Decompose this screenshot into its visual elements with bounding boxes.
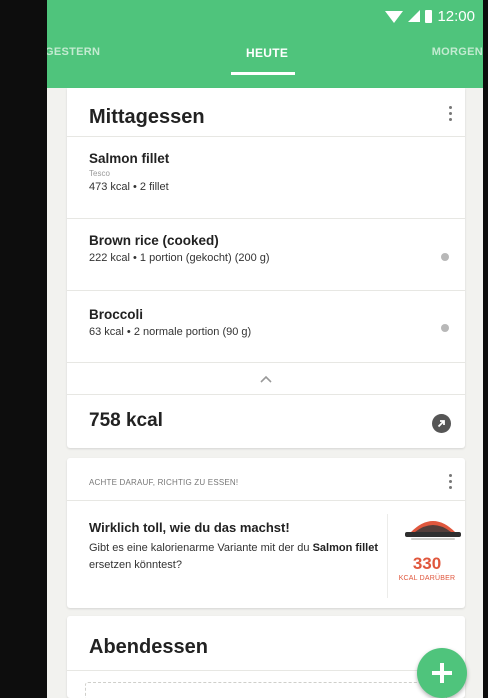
tip-body-text-end: ersetzen könntest? — [89, 559, 182, 571]
active-tab-indicator — [231, 72, 295, 75]
food-name: Brown rice (cooked) — [89, 233, 219, 248]
divider — [67, 394, 465, 395]
day-tabs: GESTERN HEUTE MORGEN — [47, 36, 483, 80]
food-brand: Tesco — [89, 169, 110, 178]
food-description: 63 kcal • 2 normale portion (90 g) — [89, 326, 252, 338]
lunch-card: Mittagessen Salmon fillet Tesco 473 kcal… — [67, 88, 465, 448]
tip-label: ACHTE DARAUF, RICHTIG ZU ESSEN! — [89, 478, 239, 487]
signal-icon — [408, 10, 421, 22]
wifi-icon — [385, 11, 404, 23]
divider — [67, 290, 465, 291]
food-description: 473 kcal • 2 fillet — [89, 181, 169, 193]
top-app-bar: 12:00 GESTERN HEUTE MORGEN — [47, 0, 483, 88]
tip-more-icon[interactable] — [447, 474, 453, 489]
plate-icon — [405, 521, 461, 540]
food-name: Broccoli — [89, 307, 144, 322]
logged-check-icon[interactable] — [441, 324, 449, 332]
divider — [67, 500, 465, 501]
status-bar: 12:00 — [385, 4, 475, 28]
food-description: 222 kcal • 1 portion (gekocht) (200 g) — [89, 252, 270, 264]
dinner-title: Abendessen — [89, 636, 208, 658]
add-food-button[interactable] — [417, 648, 467, 698]
status-time: 12:00 — [437, 7, 475, 25]
logged-check-icon[interactable] — [441, 253, 449, 261]
divider — [67, 136, 465, 137]
divider — [387, 514, 388, 598]
kcal-over-value: 330 — [412, 554, 442, 573]
divider — [67, 218, 465, 219]
tab-today[interactable]: HEUTE — [246, 46, 288, 60]
tip-card: ACHTE DARAUF, RICHTIG ZU ESSEN! Wirklich… — [67, 458, 465, 608]
arrow-up-right-icon[interactable] — [432, 414, 451, 433]
phone-bezel-right — [483, 0, 488, 698]
tip-food-name: Salmon fillet — [312, 542, 378, 554]
tab-previous-day[interactable]: GESTERN — [47, 46, 100, 58]
lunch-title: Mittagessen — [89, 106, 205, 128]
phone-bezel-left — [0, 0, 47, 698]
chevron-up-icon[interactable] — [259, 375, 273, 383]
dinner-card: Abendessen — [67, 616, 465, 698]
tab-next-day[interactable]: MORGEN — [432, 46, 483, 58]
divider — [67, 670, 465, 671]
divider — [67, 362, 465, 363]
food-name: Salmon fillet — [89, 151, 170, 166]
kcal-over-label: KCAL DARÜBER — [398, 575, 456, 582]
lunch-more-icon[interactable] — [447, 106, 453, 121]
tip-body-text: Gibt es eine kalorienarme Variante mit d… — [89, 542, 310, 554]
food-item-broccoli[interactable]: Broccoli 63 kcal • 2 normale portion (90… — [89, 306, 429, 340]
app-screen: 12:00 GESTERN HEUTE MORGEN Mittagessen S… — [47, 0, 483, 698]
tip-body: Gibt es eine kalorienarme Variante mit d… — [89, 540, 379, 574]
food-item-salmon[interactable]: Salmon fillet Tesco 473 kcal • 2 fillet — [89, 150, 429, 195]
battery-icon — [425, 9, 433, 23]
plus-icon-vertical — [440, 663, 444, 683]
lunch-total-kcal: 758 kcal — [89, 410, 163, 431]
food-item-brown-rice[interactable]: Brown rice (cooked) 222 kcal • 1 portion… — [89, 232, 429, 266]
add-food-placeholder[interactable] — [85, 682, 447, 698]
tip-headline: Wirklich toll, wie du das machst! — [89, 520, 290, 535]
